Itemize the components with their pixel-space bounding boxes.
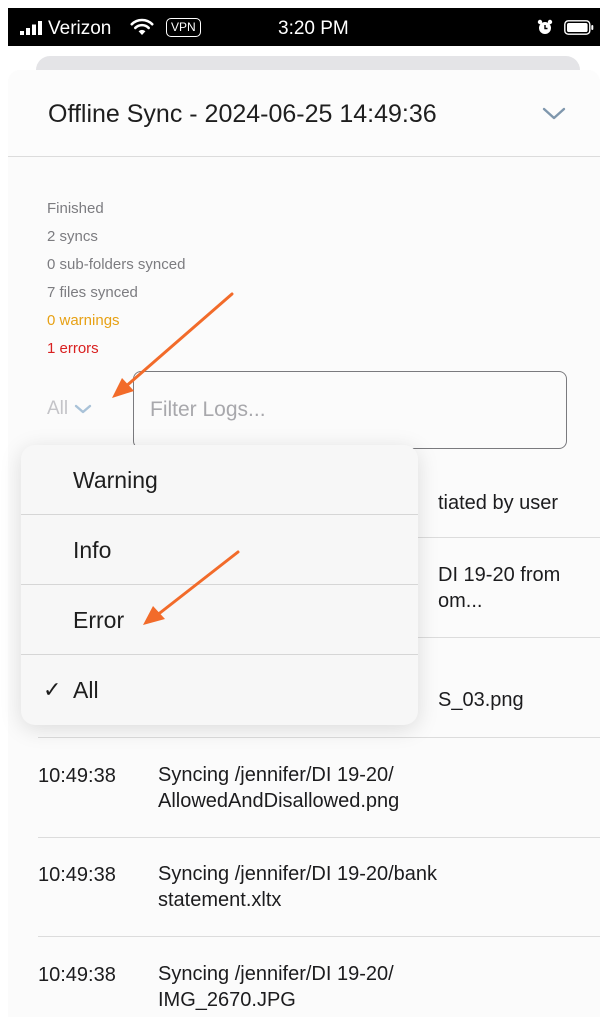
menu-item-warning[interactable]: Warning (21, 445, 418, 515)
log-message: DI 19-20 from om... (438, 564, 561, 612)
wifi-icon (130, 18, 154, 35)
signal-bars-icon (20, 21, 42, 35)
log-message: Syncing /jennifer/DI 19-20/ AllowedAndDi… (158, 764, 400, 812)
log-time: 10:49:38 (38, 765, 116, 787)
log-message: Syncing /jennifer/DI 19-20/bank statemen… (158, 863, 438, 911)
menu-item-label: Info (73, 537, 112, 563)
battery-icon (564, 20, 594, 35)
checkmark-icon: ✓ (43, 677, 62, 702)
chevron-down-icon (74, 404, 92, 414)
summary-status: Finished (47, 200, 104, 217)
summary-files: 7 files synced (47, 284, 138, 301)
clock-time: 3:20 PM (278, 18, 349, 39)
summary-warnings: 0 warnings (47, 312, 120, 329)
menu-item-label: Warning (73, 467, 158, 493)
menu-item-error[interactable]: Error (21, 585, 418, 655)
menu-item-label: Error (73, 607, 125, 633)
status-bar: Verizon VPN 3:20 PM (8, 8, 600, 46)
sheet-header[interactable]: Offline Sync - 2024-06-25 14:49:36 (8, 70, 600, 157)
log-row: 10:49:38 Syncing /jennifer/DI 19-20/bank… (38, 837, 600, 936)
summary-errors: 1 errors (47, 340, 99, 357)
log-time: 10:49:38 (38, 964, 116, 986)
vpn-badge: VPN (166, 18, 201, 37)
filter-logs-input[interactable] (133, 371, 567, 449)
log-level-menu: Warning Info Error ✓ All (21, 445, 418, 725)
log-message: S_03.png (438, 689, 524, 711)
menu-item-info[interactable]: Info (21, 515, 418, 585)
alarm-icon (537, 19, 553, 34)
sync-summary: Finished 2 syncs 0 sub-folders synced 7 … (47, 195, 185, 363)
log-level-select[interactable]: All (47, 398, 92, 420)
log-message: Syncing /jennifer/DI 19-20/ IMG_2670.JPG (158, 963, 394, 1011)
carrier-name: Verizon (48, 18, 112, 39)
summary-syncs: 2 syncs (47, 228, 98, 245)
sheet-title: Offline Sync - 2024-06-25 14:49:36 (48, 100, 437, 128)
chevron-down-icon[interactable] (541, 105, 567, 123)
log-message: tiated by user (438, 492, 559, 514)
menu-item-label: All (73, 677, 99, 703)
log-row: 10:49:38 Syncing /jennifer/DI 19-20/ IMG… (38, 936, 600, 1017)
log-row: 10:49:38 Syncing /jennifer/DI 19-20/ All… (38, 737, 600, 837)
log-level-value: All (47, 398, 69, 419)
summary-subfolders: 0 sub-folders synced (47, 256, 186, 273)
menu-item-all[interactable]: ✓ All (21, 655, 418, 725)
log-time: 10:49:38 (38, 864, 116, 886)
